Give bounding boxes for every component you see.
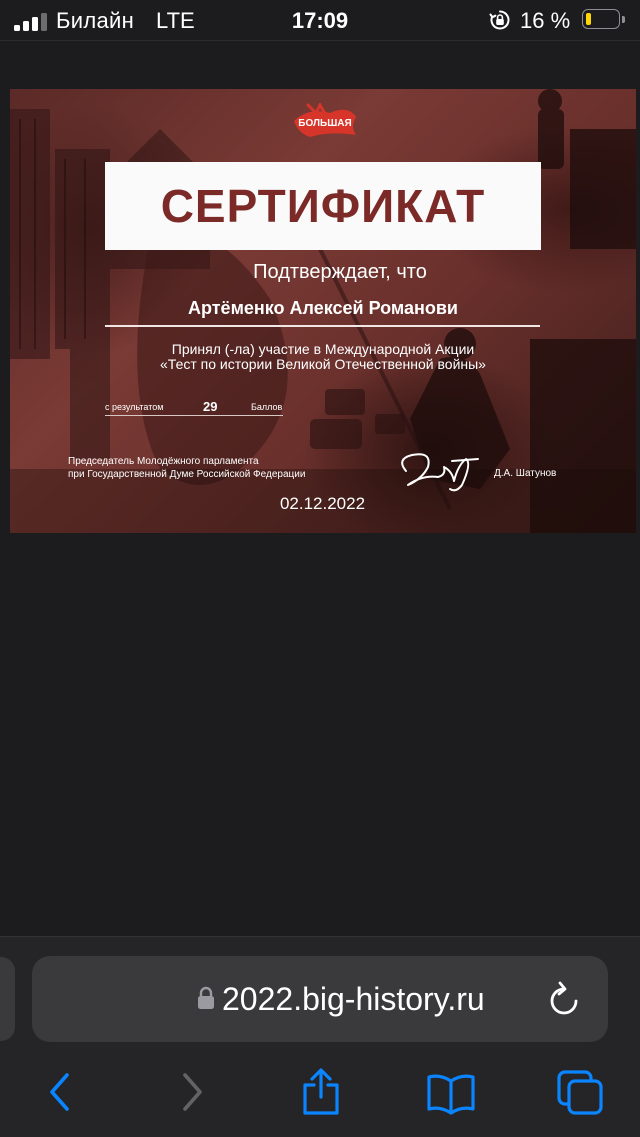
certificate-title: СЕРТИФИКАТ: [160, 180, 486, 232]
share-icon: [303, 1068, 339, 1115]
result-unit: Баллов: [251, 402, 283, 412]
battery-level-fill: [586, 13, 591, 25]
confirms-text: Подтверждает, что: [253, 261, 427, 283]
signatory-name: Д.А. Шатунов: [494, 468, 557, 479]
brand-logo-text: БОЛЬШАЯ: [298, 118, 351, 129]
tabs-icon: [557, 1070, 603, 1115]
back-button[interactable]: [36, 1067, 86, 1117]
bookmarks-button[interactable]: [426, 1067, 476, 1117]
back-icon: [50, 1073, 69, 1111]
address-bar[interactable]: 2022.big-history.ru: [32, 956, 608, 1042]
result-label: с результатом: [105, 402, 164, 412]
bookmarks-icon: [427, 1074, 475, 1115]
participation-text: Принял (-ла) участие в Международной Акц…: [110, 342, 536, 372]
certificate-date: 02.12.2022: [279, 494, 366, 513]
tabs-button[interactable]: [556, 1067, 606, 1117]
recipient-name: Артёменко Алексей Романови: [187, 298, 459, 318]
battery-icon: [582, 9, 626, 31]
rotation-lock-icon: [489, 10, 510, 30]
name-underline: [105, 325, 540, 327]
chair-title: Председатель Молодёжного парламента при …: [68, 455, 388, 481]
share-button[interactable]: [296, 1067, 346, 1117]
status-bar: Билайн LTE 17:09 16 %: [0, 0, 640, 41]
result-row: с результатом 29 Баллов: [105, 399, 305, 415]
url-text[interactable]: 2022.big-history.ru: [222, 980, 485, 1018]
chair-title-line-1: Председатель Молодёжного парламента: [68, 456, 259, 467]
participation-line-1: Принял (-ла) участие в Международной Акц…: [171, 341, 475, 357]
lock-icon: [198, 986, 214, 1009]
previous-tab-preview[interactable]: [0, 957, 15, 1041]
forward-icon: [183, 1073, 202, 1111]
chair-title-line-2: при Государственной Думе Российской Феде…: [68, 469, 306, 480]
result-underline: [105, 415, 283, 416]
browser-toolbar: 2022.big-history.ru: [0, 936, 640, 1137]
certificate-title-box: СЕРТИФИКАТ: [105, 162, 541, 250]
brand-logo: БОЛЬШАЯ: [294, 103, 356, 137]
forward-button[interactable]: [166, 1067, 216, 1117]
result-score: 29: [203, 399, 218, 414]
certificate-image: БОЛЬШАЯ СЕРТИФИКАТ Подтверждает, что Арт…: [10, 89, 636, 533]
handwritten-signature: [401, 453, 479, 492]
reload-icon[interactable]: [547, 980, 581, 1018]
battery-percentage: 16 %: [520, 8, 571, 33]
participation-line-2: «Тест по истории Великой Отечественной в…: [160, 356, 486, 372]
